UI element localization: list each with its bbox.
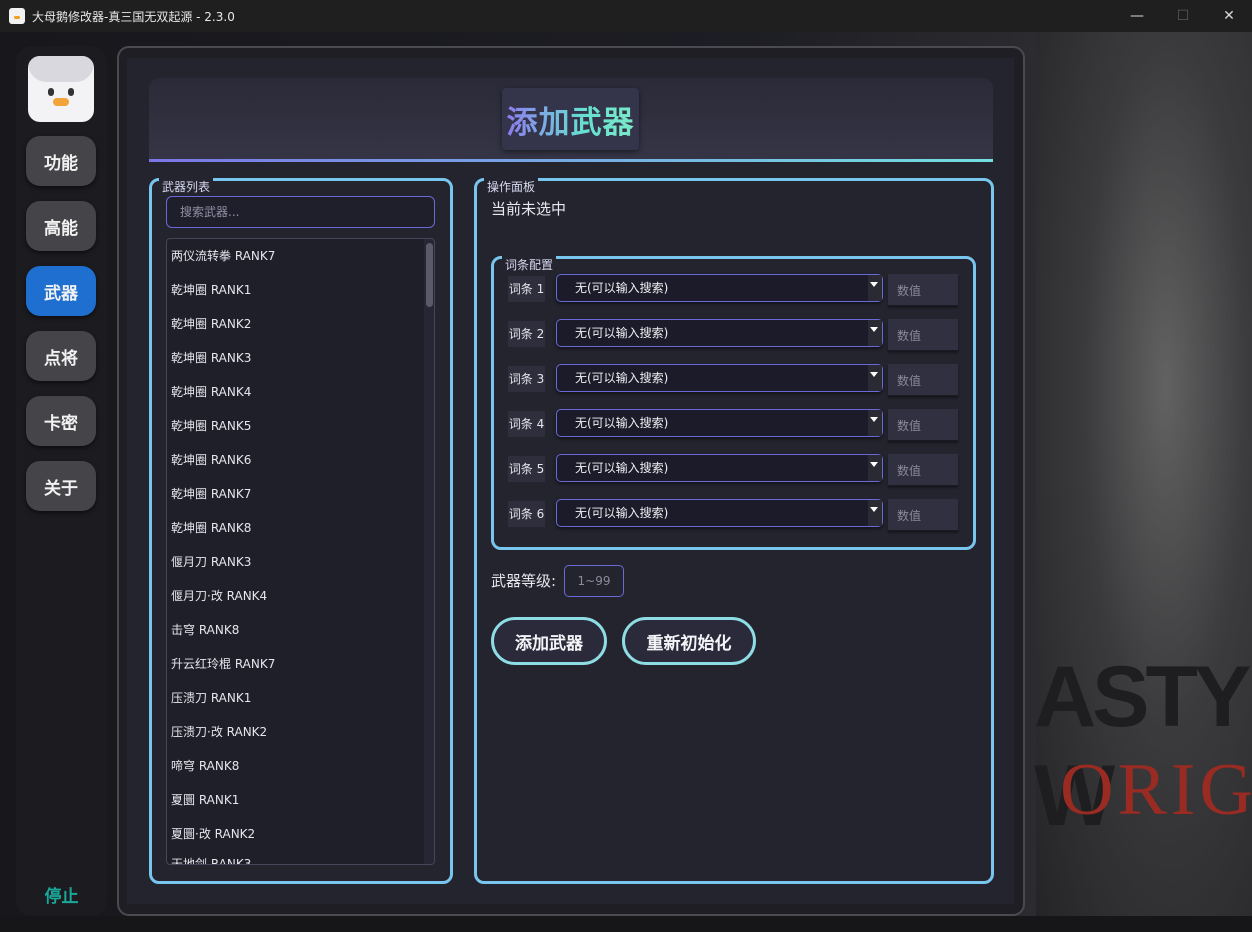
affix-select[interactable]: 无(可以输入搜索) bbox=[556, 319, 883, 347]
avatar-hair bbox=[28, 56, 94, 82]
operation-panel-legend: 操作面板 bbox=[484, 178, 539, 195]
affix-label: 词条 5 bbox=[508, 456, 545, 482]
dropdown-button[interactable] bbox=[868, 320, 882, 346]
list-item[interactable]: 乾坤圈 RANK7 bbox=[171, 483, 251, 505]
dropdown-button[interactable] bbox=[868, 500, 882, 526]
affix-label: 词条 4 bbox=[508, 411, 545, 437]
page-title-text: 添加武器 bbox=[507, 97, 635, 142]
avatar-eye-icon bbox=[68, 88, 74, 96]
close-button[interactable]: ✕ bbox=[1206, 0, 1252, 32]
window-title: 大母鹅修改器-真三国无双起源 - 2.3.0 bbox=[32, 9, 235, 24]
sidebar-item-features[interactable]: 功能 bbox=[26, 136, 96, 186]
add-weapon-button[interactable]: 添加武器 bbox=[491, 617, 607, 665]
list-item[interactable]: 压溃刀 RANK1 bbox=[171, 687, 251, 709]
affix-select-value: 无(可以输入搜索) bbox=[575, 506, 669, 520]
list-item[interactable]: 升云红玲棍 RANK7 bbox=[171, 653, 275, 675]
weapon-search-input[interactable] bbox=[166, 196, 435, 228]
affix-select[interactable]: 无(可以输入搜索) bbox=[556, 454, 883, 482]
list-item[interactable]: 乾坤圈 RANK4 bbox=[171, 381, 251, 403]
chevron-down-icon bbox=[870, 507, 878, 512]
selection-status: 当前未选中 bbox=[491, 200, 567, 218]
affix-config-legend: 词条配置 bbox=[502, 256, 557, 273]
list-item[interactable]: 乾坤圈 RANK2 bbox=[171, 313, 251, 335]
chevron-down-icon bbox=[870, 462, 878, 467]
weapon-level-label: 武器等级: bbox=[491, 572, 557, 590]
avatar[interactable] bbox=[28, 56, 94, 122]
list-item[interactable]: 压溃刀·改 RANK2 bbox=[171, 721, 267, 743]
weapon-list-legend: 武器列表 bbox=[159, 178, 214, 195]
dropdown-button[interactable] bbox=[868, 410, 882, 436]
chevron-down-icon bbox=[870, 327, 878, 332]
dropdown-button[interactable] bbox=[868, 455, 882, 481]
sidebar: 功能 高能 武器 点将 卡密 关于 停止 bbox=[16, 46, 107, 916]
avatar-beak-icon bbox=[53, 98, 69, 106]
list-item[interactable]: 偃月刀·改 RANK4 bbox=[171, 585, 267, 607]
list-item[interactable]: 天地剑 RANK3 bbox=[171, 853, 251, 864]
list-item[interactable]: 夏圜·改 RANK2 bbox=[171, 823, 255, 845]
list-item[interactable]: 乾坤圈 RANK6 bbox=[171, 449, 251, 471]
list-item[interactable]: 两仪流转拳 RANK7 bbox=[171, 245, 275, 267]
list-item[interactable]: 乾坤圈 RANK3 bbox=[171, 347, 251, 369]
sidebar-item-advanced[interactable]: 高能 bbox=[26, 201, 96, 251]
reinitialize-button[interactable]: 重新初始化 bbox=[622, 617, 756, 665]
list-item[interactable]: 击穹 RANK8 bbox=[171, 619, 239, 641]
avatar-eye-icon bbox=[48, 88, 54, 96]
affix-select[interactable]: 无(可以输入搜索) bbox=[556, 364, 883, 392]
list-item[interactable]: 乾坤圈 RANK5 bbox=[171, 415, 251, 437]
affix-select-value: 无(可以输入搜索) bbox=[575, 281, 669, 295]
affix-label: 词条 6 bbox=[508, 501, 545, 527]
weapon-level-input[interactable] bbox=[564, 565, 624, 597]
dropdown-button[interactable] bbox=[868, 275, 882, 301]
title-bar: 大母鹅修改器-真三国无双起源 - 2.3.0 — ☐ ✕ bbox=[0, 0, 1252, 32]
affix-number-input[interactable]: 数值 bbox=[888, 499, 958, 531]
affix-number-input[interactable]: 数值 bbox=[888, 409, 958, 441]
sidebar-item-license[interactable]: 卡密 bbox=[26, 396, 96, 446]
chevron-down-icon bbox=[870, 282, 878, 287]
affix-label: 词条 2 bbox=[508, 321, 545, 347]
list-scrollbar-track[interactable] bbox=[424, 239, 434, 864]
stop-button[interactable]: 停止 bbox=[16, 882, 107, 907]
affix-select[interactable]: 无(可以输入搜索) bbox=[556, 409, 883, 437]
list-item[interactable]: 偃月刀 RANK3 bbox=[171, 551, 251, 573]
app-logo-icon bbox=[9, 8, 25, 24]
list-item[interactable]: 乾坤圈 RANK1 bbox=[171, 279, 251, 301]
affix-number-input[interactable]: 数值 bbox=[888, 274, 958, 306]
affix-number-input[interactable]: 数值 bbox=[888, 454, 958, 486]
affix-select-value: 无(可以输入搜索) bbox=[575, 461, 669, 475]
affix-select[interactable]: 无(可以输入搜索) bbox=[556, 499, 883, 527]
bottom-bar bbox=[0, 916, 1252, 932]
list-item[interactable]: 夏圜 RANK1 bbox=[171, 789, 239, 811]
affix-select-value: 无(可以输入搜索) bbox=[575, 416, 669, 430]
chevron-down-icon bbox=[870, 372, 878, 377]
maximize-button[interactable]: ☐ bbox=[1160, 0, 1206, 32]
affix-number-input[interactable]: 数值 bbox=[888, 364, 958, 396]
dropdown-button[interactable] bbox=[868, 365, 882, 391]
minimize-button[interactable]: — bbox=[1114, 0, 1160, 32]
affix-select-value: 无(可以输入搜索) bbox=[575, 371, 669, 385]
affix-select-value: 无(可以输入搜索) bbox=[575, 326, 669, 340]
weapon-list[interactable]: 两仪流转拳 RANK7 乾坤圈 RANK1 乾坤圈 RANK2 乾坤圈 RANK… bbox=[166, 238, 435, 865]
affix-select[interactable]: 无(可以输入搜索) bbox=[556, 274, 883, 302]
sidebar-item-officers[interactable]: 点将 bbox=[26, 331, 96, 381]
list-item[interactable]: 乾坤圈 RANK8 bbox=[171, 517, 251, 539]
list-item[interactable]: 啼穹 RANK8 bbox=[171, 755, 239, 777]
page-title: 添加武器 bbox=[502, 88, 639, 150]
sidebar-item-weapons[interactable]: 武器 bbox=[26, 266, 96, 316]
affix-label: 词条 3 bbox=[508, 366, 545, 392]
sidebar-item-about[interactable]: 关于 bbox=[26, 461, 96, 511]
background-logo-subtext: ORIG bbox=[1060, 749, 1252, 831]
header-divider bbox=[149, 159, 993, 162]
affix-number-input[interactable]: 数值 bbox=[888, 319, 958, 351]
chevron-down-icon bbox=[870, 417, 878, 422]
affix-label: 词条 1 bbox=[508, 276, 545, 302]
list-scrollbar-thumb[interactable] bbox=[426, 243, 433, 307]
